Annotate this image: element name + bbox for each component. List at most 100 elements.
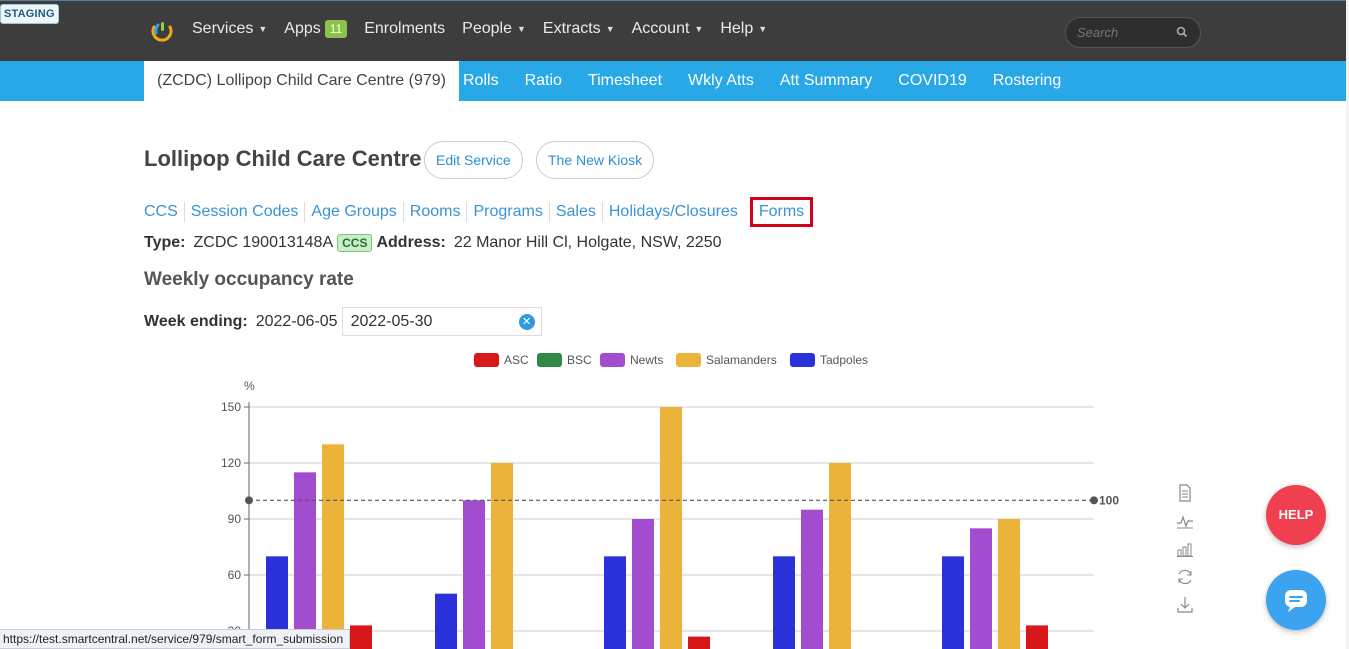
bar-asc[interactable] [1026, 625, 1048, 649]
link-rooms[interactable]: Rooms [402, 202, 467, 222]
help-button[interactable]: HELP [1266, 485, 1326, 545]
bar-chart-icon[interactable] [1176, 539, 1194, 559]
legend-swatch[interactable] [790, 353, 815, 367]
bar-asc[interactable] [350, 625, 372, 649]
search-box[interactable] [1065, 17, 1201, 48]
link-sales[interactable]: Sales [548, 202, 602, 222]
chat-button[interactable] [1266, 570, 1326, 630]
nav-services[interactable]: Services ▼ [192, 20, 267, 38]
legend-swatch[interactable] [537, 353, 562, 367]
new-kiosk-button[interactable]: The New Kiosk [536, 141, 655, 179]
app-logo-icon[interactable] [150, 19, 174, 43]
service-links: CCS Session Codes Age Groups Rooms Programs S… [144, 197, 814, 227]
bar-asc[interactable] [688, 636, 710, 649]
bar-salamanders[interactable] [322, 444, 344, 649]
nav-people[interactable]: People ▼ [462, 20, 526, 38]
tab-rostering[interactable]: Rostering [980, 61, 1074, 101]
nav-account[interactable]: Account ▼ [632, 20, 704, 38]
line-chart-icon[interactable] [1176, 511, 1194, 531]
link-programs[interactable]: Programs [466, 202, 548, 222]
legend-label[interactable]: ASC [504, 353, 529, 367]
nav-enrolments[interactable]: Enrolments [364, 20, 445, 38]
bar-salamanders[interactable] [491, 463, 513, 649]
y-tick-label: 150 [221, 400, 241, 414]
link-forms[interactable]: Forms [749, 197, 814, 227]
nav-label: Extracts [542, 20, 601, 37]
link-holidays-closures[interactable]: Holidays/Closures [601, 202, 744, 222]
refresh-icon[interactable] [1176, 567, 1194, 587]
week-ending-row: Week ending: 2022-06-05 2022-05-30 ✕ [144, 307, 542, 336]
legend-label[interactable]: Salamanders [706, 353, 777, 367]
data-view-icon[interactable] [1176, 483, 1194, 503]
legend-label[interactable]: BSC [567, 353, 592, 367]
caret-down-icon: ▼ [694, 24, 704, 34]
clear-date-icon[interactable]: ✕ [518, 314, 535, 330]
bar-tadpoles[interactable] [604, 556, 626, 649]
chart-toolbox [1176, 483, 1194, 615]
environment-badge: STAGING [0, 4, 59, 24]
markline-start-point [245, 496, 253, 505]
search-icon[interactable] [1176, 26, 1188, 38]
bar-newts[interactable] [632, 519, 654, 649]
tab-ratio[interactable]: Ratio [512, 61, 575, 101]
occupancy-chart: ASCBSCNewtsSalamandersTadpoles%306090120… [221, 353, 1119, 649]
bar-newts[interactable] [294, 472, 316, 649]
nav-label: People [462, 20, 512, 37]
tab-timesheet[interactable]: Timesheet [575, 61, 675, 101]
week-date-input-value: 2022-05-30 [350, 313, 433, 330]
section-title: Weekly occupancy rate [144, 269, 354, 290]
week-ending-label: Week ending: [144, 312, 248, 330]
nav-extracts[interactable]: Extracts ▼ [543, 20, 615, 38]
legend-label[interactable]: Tadpoles [820, 353, 868, 367]
type-value: ZCDC 190013148A [193, 234, 334, 251]
nav-label: Account [631, 20, 690, 37]
caret-down-icon: ▼ [605, 24, 615, 34]
main-menu: Services ▼ Apps 11 Enrolments People ▼ Extracts… [192, 20, 784, 38]
ccs-badge: CCS [337, 234, 373, 252]
apps-count-badge: 11 [324, 20, 348, 38]
tab-rolls[interactable]: Rolls [450, 61, 512, 101]
link-session-codes[interactable]: Session Codes [183, 202, 305, 222]
link-age-groups[interactable]: Age Groups [304, 202, 402, 222]
bar-tadpoles[interactable] [435, 593, 457, 649]
tab-covid19[interactable]: COVID19 [885, 61, 979, 101]
bar-newts[interactable] [801, 509, 823, 649]
legend-swatch[interactable] [600, 353, 625, 367]
bar-salamanders[interactable] [829, 463, 851, 649]
chat-icon [1285, 590, 1307, 612]
y-axis-label: % [244, 379, 255, 393]
bar-newts[interactable] [970, 528, 992, 649]
bar-newts[interactable] [463, 500, 485, 649]
bar-salamanders[interactable] [998, 519, 1020, 649]
y-tick-label: 120 [221, 456, 241, 470]
caret-down-icon: ▼ [758, 24, 768, 34]
week-date-input[interactable]: 2022-05-30 ✕ [341, 307, 542, 336]
legend-swatch[interactable] [474, 353, 499, 367]
edit-service-button[interactable]: Edit Service [424, 141, 523, 179]
tab-wkly-atts[interactable]: Wkly Atts [675, 61, 767, 101]
download-icon[interactable] [1176, 595, 1194, 615]
link-ccs[interactable]: CCS [144, 202, 184, 222]
bar-salamanders[interactable] [660, 407, 682, 649]
service-tabs: Rolls Ratio Timesheet Wkly Atts Att Summary C… [450, 61, 1074, 101]
bar-tadpoles[interactable] [773, 556, 795, 649]
tab-att-summary[interactable]: Att Summary [767, 61, 885, 101]
service-info: Type: ZCDC 190013148A CCS Address: 22 Ma… [144, 234, 722, 252]
legend-label[interactable]: Newts [630, 353, 663, 367]
type-label: Type: [144, 234, 186, 251]
address-value: 22 Manor Hill Cl, Holgate, NSW, 2250 [453, 234, 722, 251]
nav-label: Help [720, 20, 754, 37]
search-input[interactable] [1077, 25, 1177, 40]
caret-down-icon: ▼ [516, 24, 526, 34]
nav-label: Apps [284, 20, 321, 37]
nav-apps[interactable]: Apps 11 [284, 20, 348, 38]
tab-service-home[interactable]: (ZCDC) Lollipop Child Care Centre (979) [144, 61, 459, 101]
legend-swatch[interactable] [676, 353, 701, 367]
bar-tadpoles[interactable] [942, 556, 964, 649]
markline-label: 100 [1099, 493, 1119, 507]
nav-help[interactable]: Help ▼ [720, 20, 767, 38]
nav-label: Services [192, 20, 254, 37]
y-tick-label: 90 [228, 512, 242, 526]
address-label: Address: [376, 234, 446, 251]
top-navbar: STAGING Services ▼ Apps 11 Enrolments People ▼… [0, 0, 1349, 61]
